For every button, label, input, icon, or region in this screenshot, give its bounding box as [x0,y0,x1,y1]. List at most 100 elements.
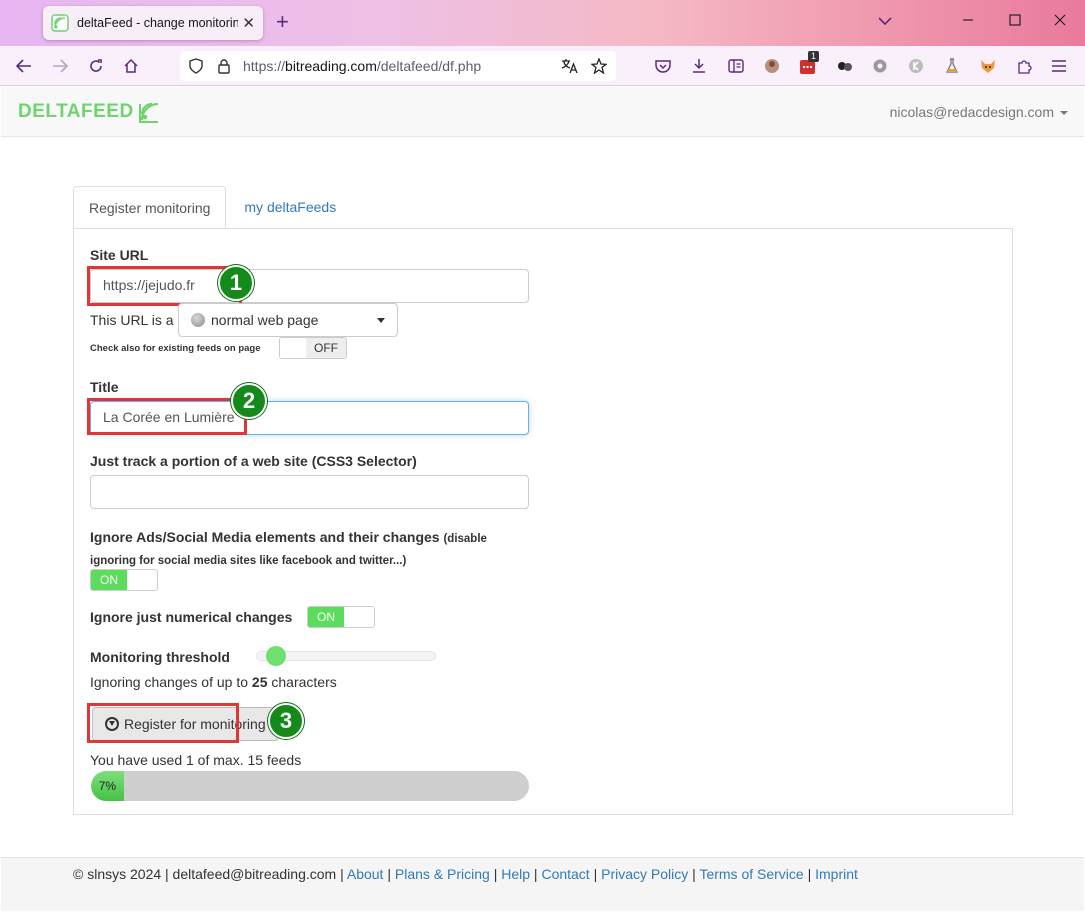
ignore-ads-toggle[interactable]: ON [90,569,158,591]
footer-separator: | [692,866,696,882]
tab-my-deltafeeds[interactable]: my deltaFeeds [226,186,351,228]
browser-tab-active[interactable]: deltaFeed - change monitoring ✕ [43,6,263,40]
back-arrow-icon[interactable] [12,54,36,78]
footer-link-contact[interactable]: Contact [541,866,589,882]
web-page: DELTAFEED nicolas@redacdesign.com Regist… [1,87,1084,911]
threshold-description: Ignoring changes of up to 25 characters [90,674,337,690]
footer-link-plans-pricing[interactable]: Plans & Pricing [395,866,490,882]
footer-link-terms-of-service[interactable]: Terms of Service [699,866,803,882]
ignore-ads-block: Ignore Ads/Social Media elements and the… [90,527,530,571]
usage-text: You have used 1 of max. 15 feeds [90,752,302,768]
translate-icon[interactable] [558,54,582,78]
threshold-slider[interactable] [256,646,436,666]
footer-separator: | [533,866,538,882]
usage-percent-label: 7% [98,779,117,793]
footer-link-privacy-policy[interactable]: Privacy Policy [601,866,688,882]
minimize-window-icon[interactable] [962,10,974,34]
close-tab-icon[interactable]: ✕ [242,14,255,32]
maximize-window-icon[interactable] [1009,10,1021,34]
toggle-on-label: ON [308,607,344,627]
download-circle-icon [105,717,119,731]
user-email: nicolas@redacdesign.com [889,104,1054,120]
step-badge-3: 3 [268,703,304,739]
main-tabs: Register monitoring my deltaFeeds [73,186,351,228]
step-badge-1: 1 [218,265,254,301]
register-panel: Site URL https://jejudo.fr 1 This URL is… [73,228,1013,815]
lock-icon[interactable] [212,54,236,78]
url-type-prefix: This URL is a [90,312,174,328]
footer-separator: | [493,866,498,882]
caret-down-icon [1060,111,1068,116]
reader-sidebar-icon[interactable] [726,56,746,76]
extensions-puzzle-icon[interactable] [1014,56,1034,76]
url-type-select[interactable]: normal web page [178,303,398,337]
page-footer: © slnsys 2024 | deltafeed@bitreading.com… [1,857,1084,911]
footer-separator: | [387,866,391,882]
threshold-text-post: characters [271,674,337,690]
user-menu[interactable]: nicolas@redacdesign.com [890,104,1068,120]
browser-navbar: https://bitreading.com/deltafeed/df.php … [0,46,1085,86]
downloads-icon[interactable] [689,56,709,76]
bookmark-star-icon[interactable] [587,54,611,78]
css-selector-label: Just track a portion of a web site (CSS3… [90,453,417,469]
step-badge-2: 2 [231,383,267,419]
close-window-icon[interactable] [1054,10,1066,34]
footer-copyright: © slnsys 2024 | deltafeed@bitreading.com… [73,866,344,882]
deltafeed-favicon-icon [51,14,69,32]
threshold-label: Monitoring threshold [90,649,230,665]
tab-register-monitoring[interactable]: Register monitoring [73,186,227,228]
footer-links: © slnsys 2024 | deltafeed@bitreading.com… [73,866,858,882]
register-button-label: Register for monitoring [124,716,266,732]
usage-progress-bar: 7% [91,771,529,801]
gear-extension-icon[interactable] [870,56,890,76]
flask-extension-icon[interactable] [942,56,962,76]
profile-extension-icon[interactable] [762,56,782,76]
logo-text-feed: FEED [81,101,134,122]
reload-icon[interactable] [84,54,108,78]
site-url-label: Site URL [90,247,149,263]
title-label: Title [90,379,119,395]
k-extension-icon[interactable] [906,56,926,76]
threshold-text-pre: Ignoring changes of up to [90,674,249,690]
ignore-numeric-toggle[interactable]: ON [307,606,375,628]
new-tab-icon[interactable]: + [276,10,289,34]
caret-down-icon [377,318,385,323]
url-type-value: normal web page [211,312,319,328]
site-url-input[interactable]: https://jejudo.fr [90,269,529,303]
footer-separator: | [593,866,598,882]
tracking-protection-shield-icon[interactable] [184,54,208,78]
ignore-numeric-label: Ignore just numerical changes [90,609,293,625]
extension-badge-count: 1 [808,51,820,62]
fox-extension-icon[interactable] [978,56,998,76]
url-text: https://bitreading.com/deltafeed/df.php [243,58,482,74]
footer-link-help[interactable]: Help [501,866,530,882]
ignore-ads-label: Ignore Ads/Social Media elements and the… [90,529,440,545]
toggle-off-label: OFF [306,338,346,358]
app-header: DELTAFEED nicolas@redacdesign.com [1,87,1084,137]
deltafeed-logo[interactable]: DELTAFEED [18,99,163,125]
address-bar[interactable]: https://bitreading.com/deltafeed/df.php [180,51,616,81]
logo-text-delta: DELTA [18,101,82,122]
footer-link-imprint[interactable]: Imprint [815,866,858,882]
browser-tab-title: deltaFeed - change monitoring [77,16,239,30]
footer-separator: | [807,866,812,882]
threshold-value: 25 [251,674,268,690]
list-tabs-chevron-icon[interactable] [878,10,892,34]
check-feeds-toggle[interactable]: OFF [279,337,347,359]
rss-feed-icon [138,102,158,123]
toggle-on-label: ON [91,570,127,590]
home-icon[interactable] [119,54,143,78]
register-button[interactable]: Register for monitoring [92,707,279,741]
browser-titlebar: deltaFeed - change monitoring ✕ + [0,0,1085,46]
dots-extension-icon[interactable] [835,56,855,76]
check-feeds-label: Check also for existing feeds on page [90,343,261,354]
pocket-icon[interactable] [653,56,673,76]
globe-icon [191,313,205,327]
forward-arrow-icon[interactable] [48,54,72,78]
hamburger-menu-icon[interactable] [1049,56,1069,76]
footer-link-about[interactable]: About [347,866,384,882]
css-selector-input[interactable] [90,475,529,509]
usage-progress-fill: 7% [91,771,124,801]
threshold-slider-handle[interactable] [265,646,286,666]
title-input[interactable]: La Corée en Lumière [90,401,529,435]
